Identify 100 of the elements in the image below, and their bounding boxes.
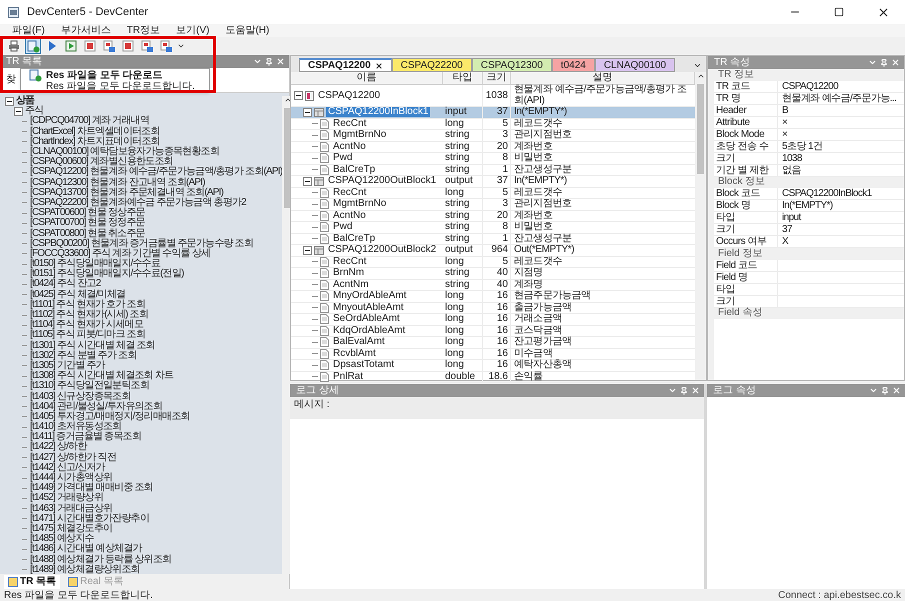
tree-item[interactable]: [CSPAQ12300] 현물계좌 잔고내역 조회(API) — [28, 178, 205, 188]
tree-item[interactable]: [t0151] 주식당일매매일지/수수료(전일) — [28, 269, 184, 280]
tree-item[interactable]: 주식 — [23, 106, 44, 116]
table-row[interactable]: AcntNm string 40 계좌명 — [291, 280, 695, 291]
tree-item[interactable]: [t1427] 상/하한가 직전 — [28, 452, 116, 463]
table-row[interactable]: MnyOrdAbleAmt long 16 현금주문가능금액 — [291, 291, 695, 302]
tree-item[interactable]: [CSPAQ22200] 현물계좌예수금 주문가능금액 총평가2 — [28, 198, 246, 208]
tree-item[interactable]: [t1488] 예상체결가 등락률 상위조회 — [28, 554, 172, 565]
toolbar-button[interactable] — [82, 38, 98, 54]
tree-item[interactable]: [t1485] 예상지수 — [28, 534, 94, 544]
collapse-icon[interactable] — [303, 246, 312, 255]
tree-item[interactable]: [t1102] 주식 현재가(시세) 조회 — [28, 310, 148, 320]
tree-item[interactable]: [t1444] 시가총액상위 — [28, 473, 112, 484]
column-header[interactable]: 크기 — [483, 72, 511, 84]
tree-item[interactable]: [CLNAQ00100] 예탁담보융자가능종목현황조회 — [28, 147, 219, 158]
tree-item[interactable]: 상품 — [14, 96, 34, 106]
menu-item[interactable]: 부가서비스 — [60, 24, 111, 36]
tree-item[interactable]: [CSPAQ13700] 현물계좌 주문체결내역 조회(API) — [28, 188, 224, 198]
tree-item[interactable]: [t1310] 주식당일전일분틱조회 — [28, 381, 149, 392]
tree-item[interactable]: [t1105] 주식 피봇/디마크 조회 — [28, 330, 145, 340]
tree-item[interactable]: [t1305] 기간별 주가 — [28, 360, 105, 371]
tree-item[interactable]: [CSPAT00600] 현물 정상주문 — [28, 208, 145, 218]
table-row[interactable]: BrnNm string 40 지점명 — [291, 268, 695, 280]
table-row[interactable]: BalEvalAmt long 16 잔고평가금액 — [291, 337, 695, 348]
tree-item[interactable]: [CSPAT00700] 현물 정정주문 — [28, 218, 145, 228]
table-row[interactable]: BalCreTp string 1 잔고생성구분 — [291, 234, 695, 245]
pin-icon[interactable] — [265, 58, 273, 66]
toolbar-button[interactable] — [120, 38, 136, 54]
toolbar-button[interactable] — [63, 38, 79, 54]
menu-item[interactable]: TR정보 — [126, 24, 160, 36]
table-row[interactable]: RecCnt long 5 레코드갯수 — [291, 188, 695, 199]
table-row[interactable]: RecCnt long 5 레코드갯수 — [291, 256, 695, 268]
table-row[interactable]: PnlRat double 18.6 손익률 — [291, 372, 695, 383]
table-row[interactable]: AcntNo string 20 계좌번호 — [291, 210, 695, 222]
pin-icon[interactable] — [880, 58, 888, 66]
close-icon[interactable] — [374, 62, 383, 70]
tree-item[interactable]: [t1422] 상/하한 — [28, 442, 87, 452]
scroll-up-icon[interactable] — [696, 72, 704, 80]
tree-item[interactable]: [t0425] 주식 체결/미체결 — [28, 290, 126, 300]
tree-item[interactable]: [t0150] 주식당일매매일지/수수료 — [28, 259, 160, 270]
menu-item[interactable]: 파일(F) — [12, 24, 45, 36]
menu-item[interactable]: 도움말(H) — [225, 24, 270, 36]
tree-item[interactable]: [t1404] 관리/불성실/투자유의조회 — [28, 402, 162, 412]
table-row[interactable]: MnyoutAbleAmt long 16 출금가능금액 — [291, 302, 695, 314]
tree-item[interactable]: [t1463] 거래대금상위 — [28, 504, 112, 514]
collapse-icon[interactable] — [294, 91, 303, 100]
tree-item[interactable]: [CDPCQ04700] 계좌 거래내역 — [28, 116, 150, 126]
table-row[interactable]: BalCreTp string 1 잔고생성구분 — [291, 164, 695, 176]
tree-item[interactable]: [t1475] 체결강도추이 — [28, 524, 112, 534]
document-tab[interactable]: CSPAQ12200 — [299, 58, 392, 72]
pin-icon[interactable] — [881, 386, 889, 394]
pin-icon[interactable] — [680, 386, 688, 394]
table-row[interactable]: SeOrdAbleAmt long 16 거래소금액 — [291, 314, 695, 326]
tree-item[interactable]: [t1486] 시간대별 예상체결가 — [28, 544, 142, 554]
toolbar-button[interactable] — [25, 38, 41, 54]
column-header[interactable]: 이름 — [291, 72, 443, 84]
collapse-icon[interactable] — [303, 176, 312, 186]
dropdown-icon[interactable] — [693, 61, 702, 70]
collapse-icon[interactable] — [5, 96, 14, 106]
table-row[interactable]: AcntNo string 20 계좌번호 — [291, 142, 695, 153]
tree-item[interactable]: [t1308] 주식 시간대별 체결조회 차트 — [28, 371, 174, 382]
document-tab[interactable]: CSPAQ22200 — [392, 58, 472, 72]
tree-item[interactable]: [t1403] 신규상장종목조회 — [28, 392, 131, 402]
tree-item[interactable]: [t1442] 신고/신저가 — [28, 462, 105, 473]
tree-item[interactable]: [CSPAQ12200] 현물계좌 예수금/주문가능금액/총평가 조회(API) — [28, 167, 282, 178]
panel-tab[interactable]: TR 목록 — [4, 574, 60, 588]
table-row[interactable]: CSPAQ12200OutBlock2 output 964 Out(*EMPTY*) — [291, 245, 695, 256]
scrollbar-thumb[interactable] — [697, 84, 704, 174]
document-tab[interactable]: CLNAQ00100 — [594, 58, 676, 72]
table-row[interactable]: MgmtBrnNo string 3 관리지점번호 — [291, 130, 695, 142]
tree-item[interactable]: [ChartExcel] 차트엑셀데이터조회 — [28, 126, 160, 137]
tree-item[interactable]: [CSPAQ00600] 계좌별신용한도조회 — [28, 157, 173, 168]
tree-item[interactable]: [t1301] 주식 시간대별 체결 조회 — [28, 340, 155, 351]
tree-item[interactable]: [t1104] 주식 현재가 시세메모 — [28, 320, 143, 330]
tree-item[interactable]: [t1449] 가격대별 매매비중 조회 — [28, 483, 153, 494]
tree-item[interactable]: [t0424] 주식 잔고2 — [28, 279, 100, 290]
tree-item[interactable]: [CSPBQ00200] 현물계좌 증거금률별 주문가능수량 조회 — [28, 238, 254, 249]
overflow-icon[interactable] — [177, 42, 185, 50]
tree-item[interactable]: [t1101] 주식 현재가 호가 조회 — [28, 300, 145, 310]
tree-item[interactable]: [t1452] 거래량상위 — [28, 493, 103, 504]
menu-item[interactable]: 보기(V) — [176, 24, 210, 36]
table-row[interactable]: DpsastTotamt long 16 예탁자산총액 — [291, 360, 695, 372]
tree-item[interactable]: [t1302] 주식 분별 주가 조회 — [28, 350, 136, 361]
document-tab[interactable]: CSPAQ12300 — [472, 58, 552, 72]
table-row[interactable]: CSPAQ12200OutBlock1 output 37 In(*EMPTY*) — [291, 176, 695, 188]
table-row[interactable]: KdqOrdAbleAmt long 16 코스닥금액 — [291, 326, 695, 337]
collapse-icon[interactable] — [303, 108, 312, 117]
tree-item[interactable]: [t1405] 투자경고/매매정지/정리매매조회 — [28, 412, 190, 422]
tree-item[interactable]: [FOCCQ33600] 주식 계좌 기간별 수익률 상세 — [28, 248, 210, 259]
table-row[interactable]: CSPAQ12200InBlock1 input 37 In(*EMPTY*) — [291, 107, 695, 118]
scroll-up-icon[interactable] — [284, 96, 292, 104]
tree-item[interactable]: [CSPAT00800] 현물 취소주문 — [28, 228, 145, 239]
tree-item[interactable]: [t1489] 예상체결량상위조회 — [28, 564, 140, 575]
tree-item[interactable]: [t1410] 초저유동성조회 — [28, 422, 122, 432]
table-row[interactable]: RcvblAmt long 16 미수금액 — [291, 348, 695, 360]
collapse-icon[interactable] — [14, 106, 23, 116]
tree-item[interactable]: [t1411] 증거금율별 종목조회 — [28, 432, 141, 442]
scrollbar[interactable] — [695, 72, 706, 380]
document-tab[interactable]: t0424 — [552, 58, 595, 72]
tree-item[interactable]: [ChartIndex] 차트지표데이터조회 — [28, 136, 160, 147]
